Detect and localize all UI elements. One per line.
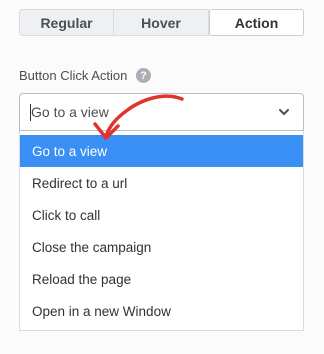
button-click-action-select[interactable]: Go to a view — [19, 93, 304, 131]
option-go-to-a-view[interactable]: Go to a view — [20, 135, 303, 167]
tab-regular[interactable]: Regular — [19, 9, 114, 36]
action-dropdown-list: Go to a view Redirect to a url Click to … — [19, 131, 304, 331]
option-open-new-window[interactable]: Open in a new Window — [20, 295, 303, 327]
tab-action[interactable]: Action — [209, 9, 304, 36]
button-click-action-label: Button Click Action — [19, 68, 128, 83]
help-icon[interactable]: ? — [136, 68, 151, 83]
option-close-campaign[interactable]: Close the campaign — [20, 231, 303, 263]
option-redirect-to-url[interactable]: Redirect to a url — [20, 167, 303, 199]
tab-hover[interactable]: Hover — [114, 9, 209, 36]
state-tabs: Regular Hover Action — [19, 9, 304, 36]
option-reload-page[interactable]: Reload the page — [20, 263, 303, 295]
chevron-down-icon[interactable] — [277, 105, 291, 119]
select-value: Go to a view — [31, 104, 109, 120]
option-click-to-call[interactable]: Click to call — [20, 199, 303, 231]
